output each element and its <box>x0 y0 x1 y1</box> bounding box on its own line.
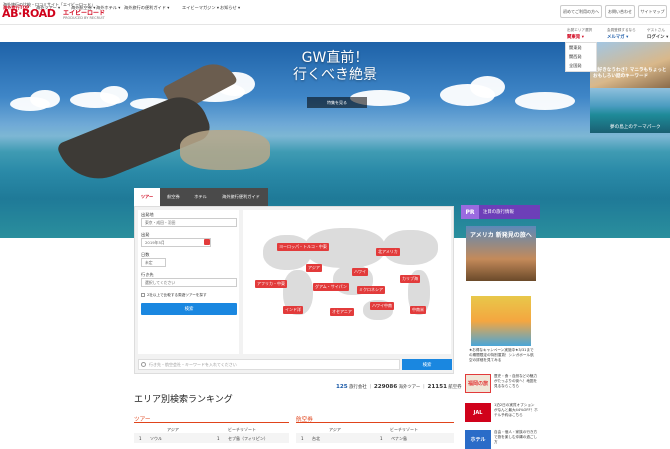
tour-search-button[interactable]: 検索 <box>141 303 237 315</box>
search-icon <box>141 362 146 367</box>
map-pin-asia[interactable]: アジア <box>306 264 322 272</box>
nav-item-air[interactable]: 海外航空券 ▾ <box>71 5 95 11</box>
nav-item-tour[interactable]: 海外ツアー ▾ <box>36 5 60 11</box>
tab-hotel[interactable]: ホテル <box>187 188 214 206</box>
info-item-2[interactable]: 1泊2日の実質オプションがなんと最大44%OFF！ホテル予約はこちら <box>494 403 538 418</box>
nav-item-news[interactable]: お知らせ ▾ <box>220 5 240 11</box>
dropdown-item-kansai[interactable]: 関西発 <box>569 54 582 60</box>
rank-number: 1 <box>139 436 142 441</box>
depart-select[interactable]: 東京・成田・羽田 <box>141 218 237 227</box>
promo-island-caption: 夢の島上のテーマパーク <box>610 125 661 130</box>
mailmag-link[interactable]: メルマガ ▾ <box>607 34 628 40</box>
hero-title: GW直前！ 行くべき絶景 <box>293 50 377 83</box>
map-pin-indian-ocean[interactable]: インド洋 <box>283 306 303 314</box>
rank-number: 1 <box>217 436 220 441</box>
date-select[interactable]: 2019年5月 <box>141 238 211 247</box>
map-pin-caribbean[interactable]: カリブ海 <box>400 275 420 283</box>
thumb-hotel[interactable]: ホテル <box>465 430 491 449</box>
promo-manila-caption: 旅好きなうわさ？マニラもちょっとおもしろい話のキーワード <box>593 68 667 79</box>
ad-airline[interactable] <box>471 296 531 346</box>
ranking-title: エリア別検索ランキング <box>134 395 233 405</box>
keyword-search-button[interactable]: 検索 <box>402 359 452 370</box>
rank-destination[interactable]: ペナン島 <box>391 436 407 442</box>
contact-button[interactable]: お問い合わせ <box>605 5 635 18</box>
nav-item-magazine[interactable]: エイビーマガジン ▾ <box>182 5 219 11</box>
ranking-tour-divider <box>134 422 289 423</box>
nav-item-guide[interactable]: 海外旅行の便利ガイド ▾ <box>124 5 169 11</box>
dropdown-item-all[interactable]: 全国発 <box>569 63 582 69</box>
map-pin-oceania[interactable]: オセアニア <box>330 308 354 316</box>
keyword-search-input[interactable]: 行き先・航空会社・キーワードを入れてください <box>138 359 400 370</box>
nav-item-top[interactable]: 海外旅行TOP <box>3 5 29 11</box>
site-logo-sub: PRODUCED BY RECRUIT <box>63 16 105 20</box>
nav-item-hotel[interactable]: 海外ホテル ▾ <box>96 5 120 11</box>
tab-guide[interactable]: 海外旅行便利ガイド <box>214 188 268 206</box>
sitemap-button[interactable]: サイトマップ <box>638 5 667 18</box>
destination-select[interactable]: 選択してください <box>141 278 237 287</box>
multi-company-checkbox[interactable] <box>141 293 145 297</box>
days-select[interactable]: 未定 <box>141 258 166 267</box>
rank-destination[interactable]: ソウル <box>150 436 162 442</box>
rank-destination[interactable]: 台北 <box>312 436 320 442</box>
rank-destination[interactable]: セブ島（フィリピン） <box>228 436 268 442</box>
promo-manila[interactable] <box>590 42 670 88</box>
info-item-3[interactable]: 自由・個人・家族の行き方で旅を楽しむ沖縄の過ごし方 <box>494 430 538 445</box>
dropdown-item-kanto[interactable]: 関東発 <box>569 45 582 51</box>
fishing-net-image <box>180 130 270 170</box>
rank-number: 1 <box>301 436 304 441</box>
first-time-button[interactable]: 初めてご利用の方へ <box>560 5 602 18</box>
hero-feature-button[interactable]: 特集を見る <box>307 97 367 108</box>
tab-air[interactable]: 航空券 <box>160 188 187 206</box>
thumb-fukuoka[interactable]: 福岡の旅 <box>465 374 491 393</box>
multi-company-label: 2社以上で比較する周遊ツアーを探す <box>147 293 207 297</box>
login-link[interactable]: ログイン ▾ <box>647 34 668 40</box>
pr-badge: PR <box>461 205 479 219</box>
rank-number: 1 <box>380 436 383 441</box>
map-pin-latin-america[interactable]: 中南米 <box>410 306 426 314</box>
calendar-icon[interactable] <box>204 239 210 245</box>
area-dropdown: 関東発 関西発 全国発 <box>565 42 597 72</box>
site-stats: 125 旅行会社 ｜ 229086 海外ツアー ｜ 21151 航空券 <box>336 384 462 390</box>
map-pin-hawaii-south[interactable]: ハワイ中南 <box>370 302 394 310</box>
ad-america-text: アメリカ 新発見の旅へ <box>470 232 532 239</box>
area-select[interactable]: 関東発 ▾ <box>567 34 584 40</box>
ad-airline-text[interactable]: ★お得なキャンペーン実施中★3/31までの期間限定の特別運賃！シンガポール航空の… <box>469 348 537 363</box>
map-pin-north-america[interactable]: 北アメリカ <box>376 248 400 256</box>
map-pin-europe[interactable]: ヨーロッパ・トルコ・中東 <box>277 243 329 251</box>
map-pin-micronesia[interactable]: ミクロネシア <box>357 286 385 294</box>
info-item-1[interactable]: 歴史・食・自然などの魅力がたっぷりの街へ！地図を見るならこちら <box>494 374 538 389</box>
tab-tour[interactable]: ツアー <box>134 188 160 206</box>
guest-label: ゲストさん <box>647 28 665 32</box>
area-label: 出発エリア選択 <box>567 28 593 32</box>
map-pin-guam[interactable]: グアム・サイパン <box>313 283 349 291</box>
thumb-jal[interactable]: JAL <box>465 403 491 422</box>
ranking-air-divider <box>296 422 454 423</box>
map-pin-africa[interactable]: アフリカ・中東 <box>255 280 287 288</box>
member-label: 会員登録するなら <box>607 28 636 32</box>
map-pin-hawaii[interactable]: ハワイ <box>352 268 368 276</box>
